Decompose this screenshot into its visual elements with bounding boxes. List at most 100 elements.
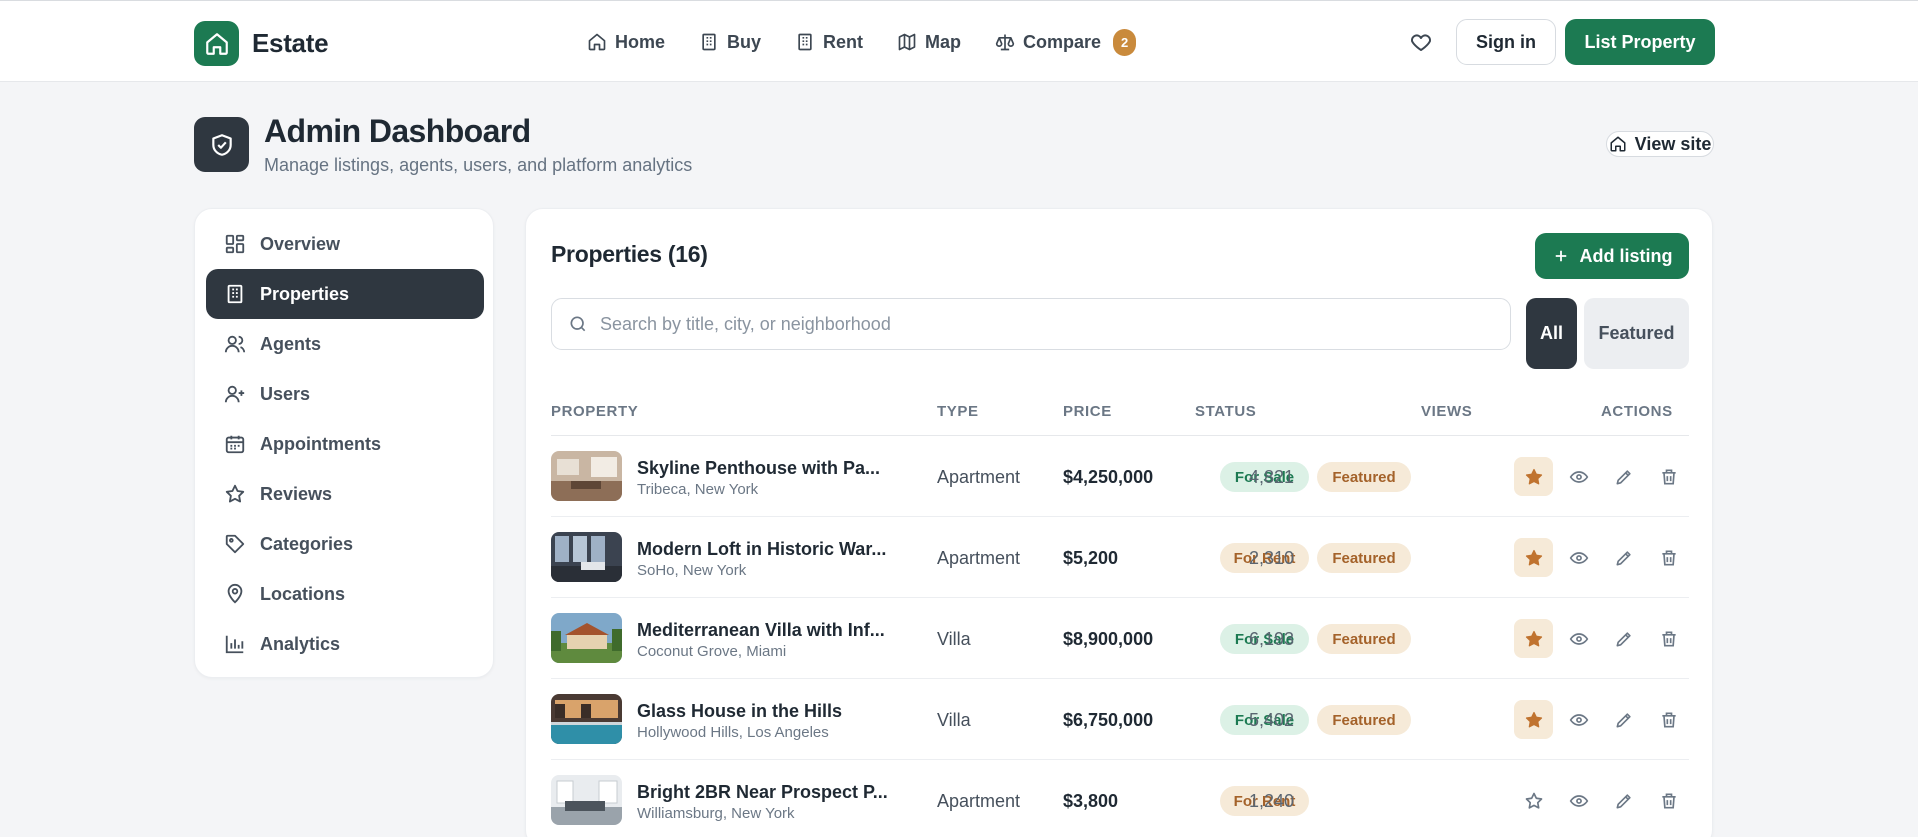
page-subtitle: Manage listings, agents, users, and plat…	[264, 155, 693, 175]
toggle-featured-button[interactable]	[1514, 538, 1553, 577]
main-nav: Home Buy Rent Map Compare 2	[587, 27, 1170, 57]
property-location: Williamsburg, New York	[637, 805, 795, 822]
delete-button[interactable]	[1649, 457, 1688, 496]
eye-icon	[1569, 794, 1588, 807]
sidebar-item-locations[interactable]: Locations	[206, 569, 484, 619]
toggle-featured-button[interactable]	[1514, 457, 1553, 496]
table-row[interactable]: Bright 2BR Near Prospect P... Williamsbu…	[551, 760, 1689, 837]
property-price: $5,200	[1063, 548, 1119, 568]
sign-in-button[interactable]: Sign in	[1456, 19, 1556, 65]
toggle-featured-button[interactable]	[1514, 781, 1553, 820]
property-type: Apartment	[937, 791, 1021, 811]
nav-home[interactable]: Home	[587, 27, 665, 57]
filter-all-button[interactable]: All	[1526, 298, 1577, 369]
edit-button[interactable]	[1604, 538, 1643, 577]
bar-chart-icon	[225, 635, 244, 654]
table-row[interactable]: Mediterranean Villa with Inf... Coconut …	[551, 598, 1689, 679]
property-price: $6,750,000	[1063, 710, 1154, 730]
sidebar-item-users[interactable]: Users	[206, 369, 484, 419]
view-button[interactable]	[1559, 781, 1598, 820]
toggle-featured-button[interactable]	[1514, 700, 1553, 739]
property-title[interactable]: Mediterranean Villa with Inf...	[637, 620, 885, 641]
calendar-icon	[225, 435, 245, 454]
sidebar-item-appointments[interactable]: Appointments	[206, 419, 484, 469]
delete-button[interactable]	[1649, 619, 1688, 658]
sidebar-item-overview[interactable]: Overview	[206, 219, 484, 269]
delete-button[interactable]	[1649, 781, 1688, 820]
featured-badge: Featured	[1317, 705, 1411, 735]
star-filled-icon	[1525, 630, 1542, 646]
compare-count-badge: 2	[1113, 28, 1137, 56]
building-icon	[227, 284, 243, 304]
favorites-button[interactable]	[1406, 27, 1436, 57]
table-row[interactable]: Modern Loft in Historic War... SoHo, New…	[551, 517, 1689, 598]
property-views: 2,310	[1249, 548, 1295, 568]
property-thumbnail[interactable]	[551, 532, 622, 582]
eye-icon	[1569, 551, 1588, 564]
shield-icon	[194, 117, 249, 172]
sidebar-item-analytics[interactable]: Analytics	[206, 619, 484, 669]
search-icon	[570, 316, 586, 332]
edit-button[interactable]	[1604, 700, 1643, 739]
property-title[interactable]: Bright 2BR Near Prospect P...	[637, 782, 888, 803]
property-title[interactable]: Skyline Penthouse with Pa...	[637, 458, 880, 479]
pin-icon	[227, 583, 243, 604]
property-thumbnail[interactable]	[551, 775, 622, 825]
edit-button[interactable]	[1604, 619, 1643, 658]
eye-icon	[1569, 713, 1588, 726]
property-title[interactable]: Glass House in the Hills	[637, 701, 842, 722]
view-button[interactable]	[1559, 700, 1598, 739]
property-title[interactable]: Modern Loft in Historic War...	[637, 539, 886, 560]
sidebar-item-categories[interactable]: Categories	[206, 519, 484, 569]
toggle-featured-button[interactable]	[1514, 619, 1553, 658]
heart-icon	[1410, 34, 1432, 51]
table-row[interactable]: Glass House in the Hills Hollywood Hills…	[551, 679, 1689, 760]
page-title: Admin Dashboard	[264, 113, 531, 149]
top-navbar: Estate Home Buy Rent Map Compare 2 Sign …	[0, 0, 1918, 82]
property-views: 4,821	[1249, 467, 1295, 487]
star-filled-icon	[1525, 549, 1542, 565]
home-logo-icon	[194, 21, 239, 66]
view-button[interactable]	[1559, 538, 1598, 577]
delete-button[interactable]	[1649, 700, 1688, 739]
building-icon	[798, 33, 812, 51]
property-location: SoHo, New York	[637, 562, 747, 579]
column-header-property: PROPERTY	[551, 403, 639, 420]
nav-map-label: Map	[925, 31, 962, 52]
sidebar-item-agents[interactable]: Agents	[206, 319, 484, 369]
property-price: $4,250,000	[1063, 467, 1154, 487]
home-icon	[1610, 136, 1626, 152]
users-icon	[224, 335, 246, 353]
brand[interactable]: Estate	[194, 21, 329, 66]
pencil-icon	[1616, 712, 1631, 727]
property-type: Apartment	[937, 467, 1021, 487]
view-button[interactable]	[1559, 619, 1598, 658]
home-icon	[588, 33, 606, 51]
view-site-button[interactable]: View site	[1606, 131, 1714, 157]
property-thumbnail[interactable]	[551, 451, 622, 501]
delete-button[interactable]	[1649, 538, 1688, 577]
search-input[interactable]	[600, 313, 1480, 335]
table-row[interactable]: Skyline Penthouse with Pa... Tribeca, Ne…	[551, 436, 1689, 517]
featured-badge: Featured	[1317, 624, 1411, 654]
trash-icon	[1661, 793, 1676, 808]
star-icon	[225, 484, 245, 503]
nav-compare[interactable]: Compare 2	[995, 27, 1137, 57]
property-thumbnail[interactable]	[551, 613, 622, 663]
nav-rent[interactable]: Rent	[795, 27, 863, 57]
sidebar-item-reviews[interactable]: Reviews	[206, 469, 484, 519]
edit-button[interactable]	[1604, 781, 1643, 820]
eye-icon	[1569, 470, 1588, 483]
nav-map[interactable]: Map	[897, 27, 961, 57]
edit-button[interactable]	[1604, 457, 1643, 496]
add-listing-button[interactable]: Add listing	[1535, 233, 1689, 279]
filter-featured-button[interactable]: Featured	[1584, 298, 1689, 369]
property-views: 6,193	[1249, 629, 1295, 649]
trash-icon	[1661, 469, 1676, 484]
nav-buy[interactable]: Buy	[699, 27, 761, 57]
property-thumbnail[interactable]	[551, 694, 622, 744]
sidebar-item-properties[interactable]: Properties	[206, 269, 484, 319]
property-location: Hollywood Hills, Los Angeles	[637, 724, 829, 741]
view-button[interactable]	[1559, 457, 1598, 496]
list-property-button[interactable]: List Property	[1565, 19, 1715, 65]
